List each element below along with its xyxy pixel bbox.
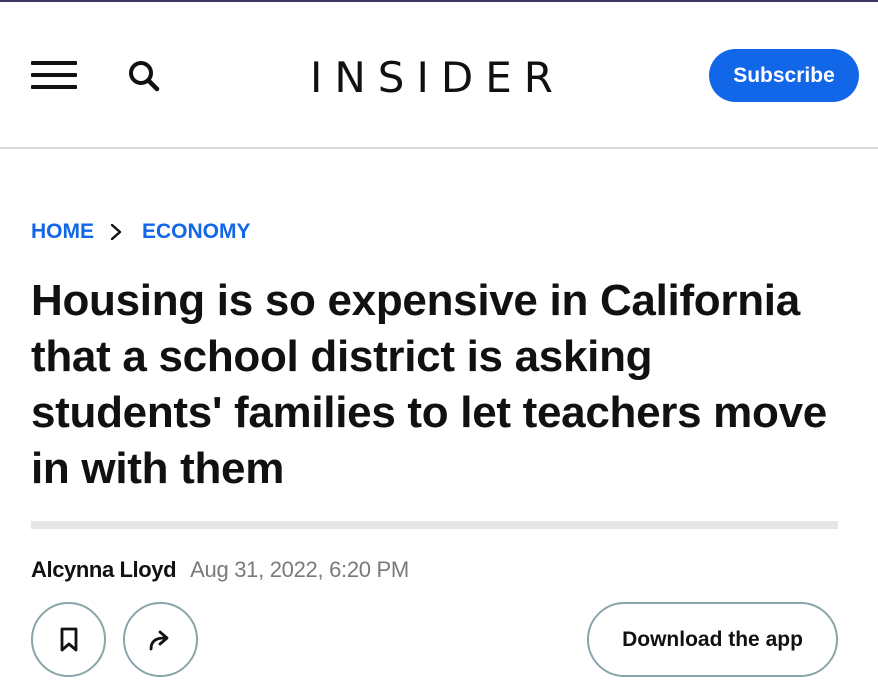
download-app-button[interactable]: Download the app [587, 602, 838, 677]
breadcrumb-home-link[interactable]: HOME [31, 220, 94, 244]
subscribe-button[interactable]: Subscribe [709, 49, 859, 102]
share-button[interactable] [123, 602, 198, 677]
hamburger-menu-icon[interactable] [31, 59, 77, 93]
site-logo[interactable]: INSIDER [310, 48, 580, 108]
breadcrumb: HOME ECONOMY [31, 216, 251, 248]
site-header: INSIDER Subscribe [0, 2, 878, 149]
publish-date: Aug 31, 2022, 6:20 PM [190, 557, 409, 582]
chevron-right-icon [94, 216, 142, 248]
search-icon[interactable] [126, 58, 162, 94]
menu-bar [31, 85, 77, 89]
article-headline: Housing is so expensive in California th… [31, 276, 827, 493]
byline: Alcynna Lloyd Aug 31, 2022, 6:20 PM [31, 553, 409, 587]
breadcrumb-economy-link[interactable]: ECONOMY [142, 220, 251, 244]
menu-bar [31, 73, 77, 77]
author-name[interactable]: Alcynna Lloyd [31, 557, 177, 583]
menu-bar [31, 61, 77, 65]
bookmark-icon [60, 627, 77, 651]
bookmark-button[interactable] [31, 602, 106, 677]
headline-divider [31, 521, 838, 529]
share-icon [149, 630, 168, 650]
